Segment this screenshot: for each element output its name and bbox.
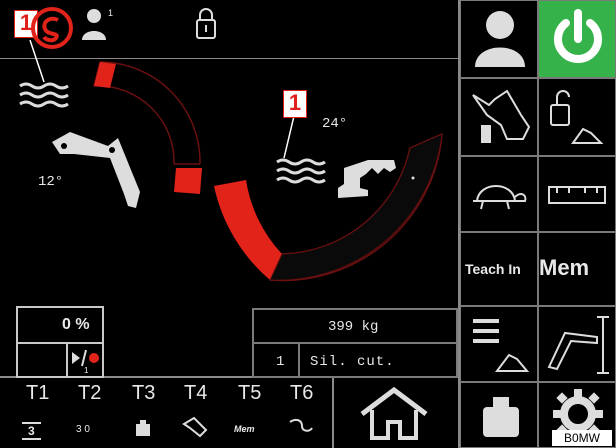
weight-icon xyxy=(483,397,519,437)
boom-reach-button[interactable] xyxy=(538,306,616,382)
home-icon xyxy=(360,386,428,440)
weight-box: 399 kg xyxy=(252,308,458,344)
spirit-level-icon xyxy=(548,186,606,204)
weight-block-icon xyxy=(136,420,150,436)
level-button[interactable] xyxy=(538,156,616,232)
record-sub-index: 1 xyxy=(84,366,89,375)
tool-t3-label: T3 xyxy=(132,382,156,404)
tool-t1-label: T1 xyxy=(26,382,50,404)
tool-t5-button[interactable]: T5 Mem xyxy=(230,382,270,442)
padlock-icon[interactable] xyxy=(194,6,218,42)
user-profile-button[interactable] xyxy=(460,0,538,78)
tool-t4-label: T4 xyxy=(184,382,208,404)
tool-t2-button[interactable]: T2 3 0 xyxy=(70,382,110,442)
mode-text: Sil. cut. xyxy=(310,354,395,370)
play-record-button[interactable]: 1 xyxy=(66,342,104,378)
weigh-button[interactable] xyxy=(460,382,538,448)
attachment-control-button[interactable] xyxy=(460,78,538,156)
teach-in-label: Teach In xyxy=(465,261,521,277)
machine-display: 1 1 1 24° 12° 0 % 1 399 kg 1 Sil. cut. T… xyxy=(0,0,616,448)
unlock-icon xyxy=(550,90,604,144)
percent-value: 0 % xyxy=(62,316,90,333)
image-code-watermark: B0MW xyxy=(552,430,612,446)
upper-arc-bottom-indicator xyxy=(174,168,202,194)
callout-leader-2 xyxy=(283,116,295,159)
tool-t1-button[interactable]: T1 3 xyxy=(18,382,58,442)
attachment-menu-button[interactable] xyxy=(460,306,538,382)
user-level: 1 xyxy=(108,8,114,18)
attachment-icon xyxy=(472,89,531,143)
slow-speed-button[interactable] xyxy=(460,156,538,232)
tool-bar: T1 3 T2 3 0 T3 T4 T5 Mem T6 xyxy=(0,378,332,448)
hook-icon xyxy=(289,418,313,432)
tool-t5-label: T5 xyxy=(238,382,262,404)
upper-arc-top-indicator xyxy=(94,62,116,88)
menu-attachment-icon xyxy=(473,319,530,372)
mode-index: 1 xyxy=(276,354,285,370)
tool-t1-value: 3 xyxy=(22,422,41,440)
lower-angle-readout: 12° xyxy=(38,174,64,190)
home-button[interactable] xyxy=(334,378,458,448)
boom-arm-icon xyxy=(52,132,140,208)
mode-box: 1 Sil. cut. xyxy=(252,342,458,378)
unlock-attachment-button[interactable] xyxy=(538,78,616,156)
turtle-icon xyxy=(473,185,527,210)
callout-leader-1 xyxy=(29,40,45,83)
play-record-icon xyxy=(72,349,99,367)
attachment-head-icon xyxy=(338,160,396,198)
tool-t5-mem: Mem xyxy=(234,424,255,434)
upper-angle-readout: 24° xyxy=(322,116,348,132)
waves-icon-center xyxy=(276,158,326,184)
waves-icon-left xyxy=(19,82,69,108)
arm-tilt-icon xyxy=(182,416,208,438)
tool-t2-label: T2 xyxy=(78,382,102,404)
percent-box: 0 % xyxy=(16,306,104,344)
weight-value: 399 kg xyxy=(328,319,379,335)
tool-t6-button[interactable]: T6 xyxy=(282,382,322,442)
callout-marker-2: 1 xyxy=(283,90,307,118)
user-icon xyxy=(475,11,525,67)
top-bar-divider xyxy=(0,58,460,59)
tool-t2-value: 3 0 xyxy=(76,424,90,435)
power-button[interactable] xyxy=(538,0,616,78)
memory-button[interactable]: Mem xyxy=(538,232,616,306)
teach-in-button[interactable]: Teach In xyxy=(460,232,538,306)
memory-label: Mem xyxy=(539,255,590,280)
tool-t4-button[interactable]: T4 xyxy=(176,382,216,442)
boom-reach-icon xyxy=(547,316,609,374)
record-empty-box xyxy=(16,342,68,378)
tool-t6-label: T6 xyxy=(290,382,314,404)
tool-t3-button[interactable]: T3 xyxy=(124,382,164,442)
power-icon xyxy=(554,9,602,63)
lower-arc-indicator xyxy=(214,180,282,280)
